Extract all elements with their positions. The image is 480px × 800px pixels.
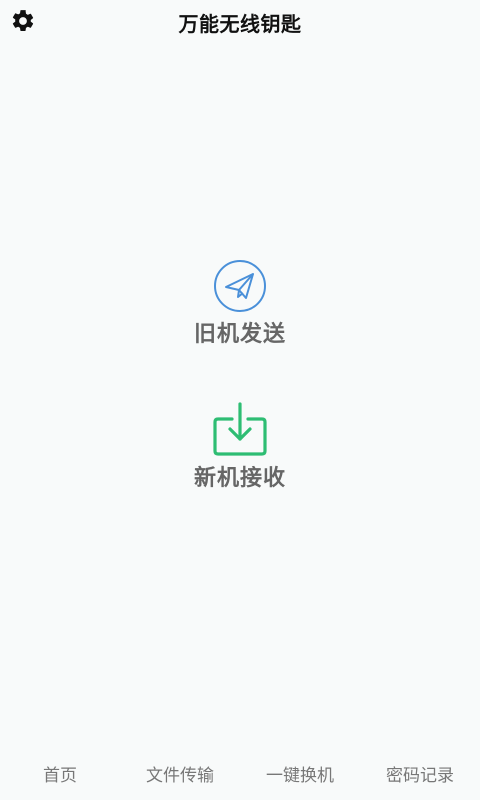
send-label: 旧机发送 (193, 322, 286, 347)
receive-icon-wrap (210, 402, 270, 458)
nav-item-home[interactable]: 首页 (0, 762, 120, 800)
app-title: 万能无线钥匙 (178, 12, 302, 36)
download-tray-icon (213, 402, 267, 456)
send-icon-wrap (210, 258, 270, 314)
send-old-device-button[interactable]: 旧机发送 (140, 258, 340, 348)
nav-item-file-transfer[interactable]: 文件传输 (120, 762, 240, 800)
receive-label: 新机接收 (193, 466, 286, 491)
bottom-navigation: 首页 文件传输 一键换机 密码记录 (0, 762, 480, 800)
header-bar: 万能无线钥匙 (0, 0, 480, 44)
paper-plane-icon (214, 260, 266, 312)
nav-item-one-click-switch[interactable]: 一键换机 (240, 762, 360, 800)
nav-item-password-records[interactable]: 密码记录 (360, 762, 480, 800)
receive-new-device-button[interactable]: 新机接收 (140, 402, 340, 492)
